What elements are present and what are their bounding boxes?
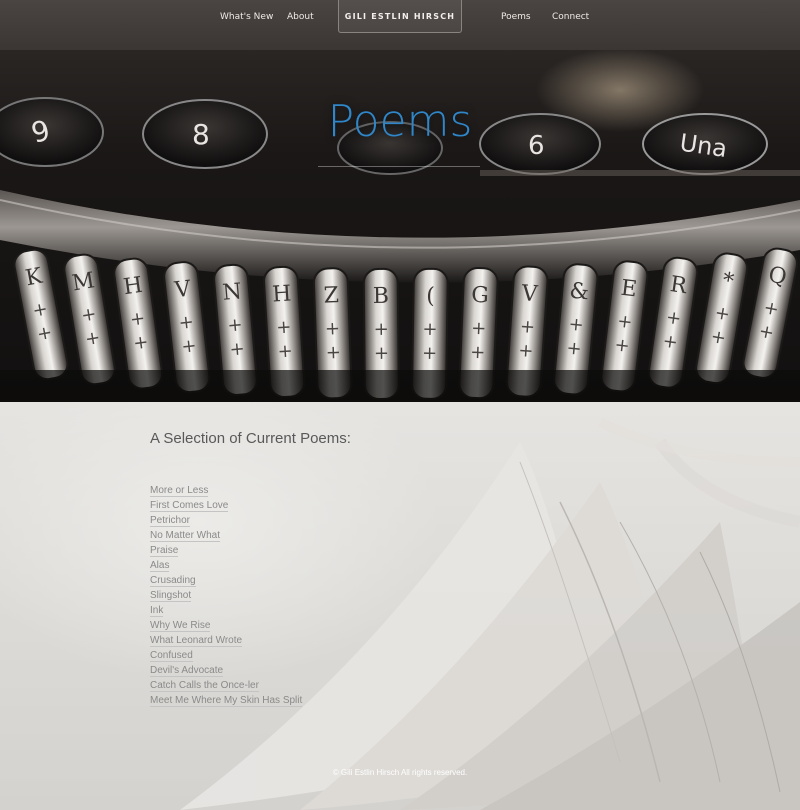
section-heading: A Selection of Current Poems: (150, 430, 351, 447)
nav-link-poems[interactable]: Poems (501, 12, 531, 22)
list-item: What Leonard Wrote (150, 628, 302, 647)
typebar-slug: K++ (13, 248, 69, 381)
svg-text:+: + (422, 343, 437, 364)
typebar-slug: *++ (695, 252, 749, 385)
book-pages-image (180, 417, 800, 810)
poem-link[interactable]: Meet Me Where My Skin Has Split (150, 695, 303, 707)
svg-text:+: + (374, 319, 389, 340)
list-item: Slingshot (150, 583, 302, 602)
svg-text:+: + (422, 319, 437, 340)
svg-text:+: + (277, 340, 293, 362)
typebar-slug: R++ (647, 256, 699, 389)
list-item: Why We Rise (150, 613, 302, 632)
svg-text:+: + (613, 334, 630, 357)
list-item: Meet Me Where My Skin Has Split (150, 688, 303, 707)
svg-text:V: V (520, 281, 540, 307)
svg-text:+: + (229, 338, 246, 360)
list-item: Crusading (150, 568, 302, 587)
typebar-slug: M++ (63, 253, 116, 386)
svg-text:H: H (271, 281, 292, 307)
svg-text:+: + (276, 317, 292, 339)
svg-text:+: + (470, 342, 486, 364)
hero-banner: 9 8 6 Una K + + M + + H + + V + + N + + H + + Z + + B + +(+ + G + +… (0, 50, 800, 402)
svg-text:H: H (122, 273, 144, 300)
svg-text:+: + (568, 314, 585, 336)
svg-text:+: + (518, 340, 534, 362)
svg-text:+: + (178, 311, 195, 334)
nav-link-about[interactable]: About (287, 12, 314, 22)
svg-text:+: + (661, 331, 679, 354)
list-item: Praise (150, 538, 302, 557)
list-item: No Matter What (150, 523, 302, 542)
svg-text:+: + (519, 316, 535, 338)
main-content: A Selection of Current Poems: More or Le… (0, 402, 800, 810)
svg-text:&: & (568, 279, 590, 306)
page-title: Poems (327, 96, 473, 147)
poem-list: More or Less First Comes Love Petrichor … (150, 478, 303, 707)
svg-text:+: + (325, 318, 341, 340)
nav-link-whats-new[interactable]: What's New (220, 12, 273, 22)
svg-text:Z: Z (323, 283, 339, 309)
svg-text:N: N (222, 279, 243, 306)
footer-copyright: © Gili Estlin Hirsch All rights reserved… (332, 768, 468, 777)
svg-text:G: G (471, 283, 490, 309)
list-item: Devil's Advocate (150, 658, 302, 677)
title-divider (318, 166, 480, 167)
list-item: First Comes Love (150, 493, 302, 512)
svg-text:+: + (374, 343, 389, 364)
svg-text:+: + (665, 307, 683, 330)
svg-text:(: ( (426, 284, 435, 309)
list-item: More or Less (150, 478, 302, 497)
svg-text:+: + (471, 318, 487, 340)
svg-text:M: M (70, 268, 96, 296)
svg-text:+: + (566, 338, 583, 360)
svg-text:E: E (619, 276, 638, 303)
svg-text:+: + (325, 342, 341, 364)
svg-text:+: + (132, 331, 150, 354)
list-item: Catch Calls the Once-ler (150, 673, 302, 692)
svg-text:+: + (616, 311, 633, 334)
top-navigation: What's New About GILI ESTLIN HIRSCH Poem… (0, 0, 800, 50)
svg-text:+: + (180, 335, 197, 358)
svg-text:B: B (373, 284, 389, 309)
svg-text:+: + (129, 308, 147, 331)
typebar-slug: Q++ (742, 247, 799, 379)
nav-link-connect[interactable]: Connect (552, 12, 589, 22)
site-brand[interactable]: GILI ESTLIN HIRSCH (338, 0, 462, 33)
svg-text:+: + (227, 314, 244, 336)
